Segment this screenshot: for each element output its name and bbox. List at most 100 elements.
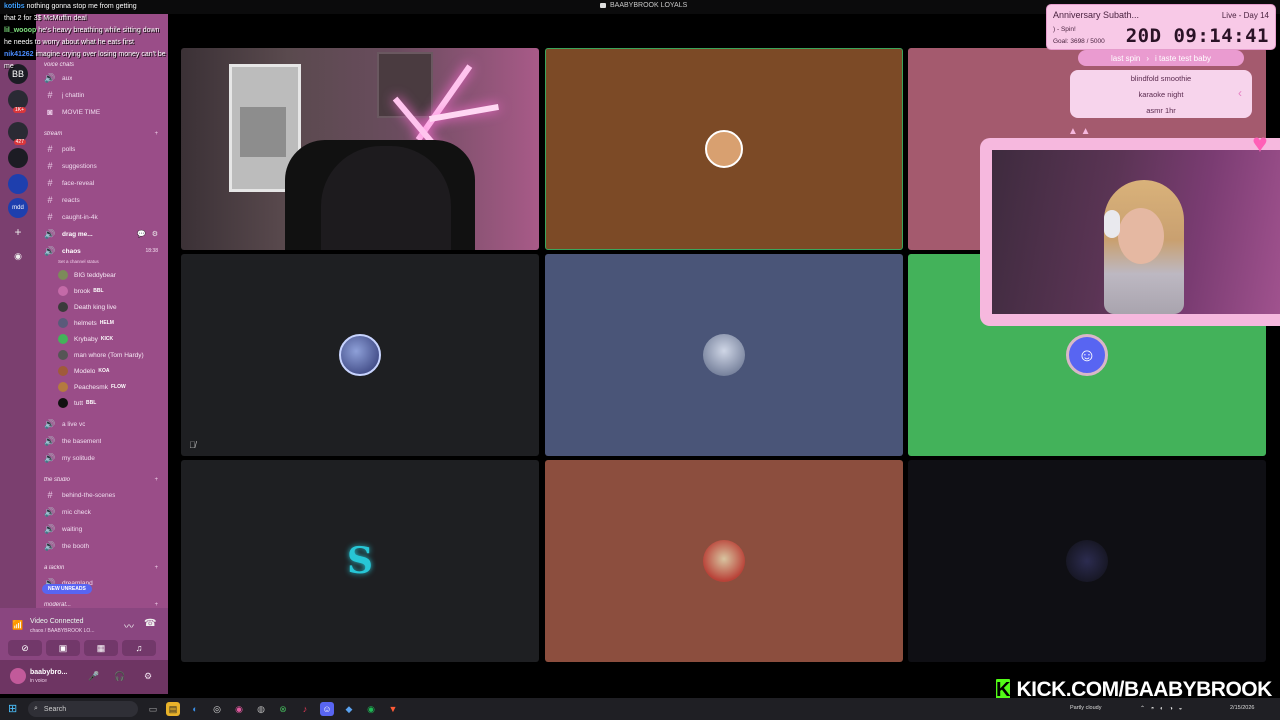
speaker-icon: 🔊 (44, 72, 56, 83)
obs-icon[interactable]: ◎ (210, 702, 224, 716)
voice-user[interactable]: BIG teddybear (36, 268, 168, 282)
chat-message: nik41262 imagine crying over losing mone… (4, 51, 166, 58)
activities-button[interactable]: ▦ (84, 640, 118, 656)
category-a-lackin[interactable]: a lackin + (36, 561, 168, 575)
chat-message: kotibs nothing gonna stop me from gettin… (4, 3, 137, 10)
system-tray[interactable]: ⌃ ◓ ◐ ◑ ◒ (1140, 705, 1184, 712)
channel-chattin[interactable]: # j chattin (36, 88, 168, 102)
channel-waiting[interactable]: 🔊 waiting (36, 522, 168, 536)
video-tile[interactable]: 🎙̸ (181, 254, 539, 456)
avatar[interactable] (10, 668, 26, 684)
channel-live-vc[interactable]: 🔊 a live vc (36, 417, 168, 431)
voice-user[interactable]: Death king live (36, 300, 168, 314)
server-icon[interactable] (8, 174, 28, 194)
channel-drag-me[interactable]: 🔊 drag me... 💬 ⚙ (36, 227, 168, 241)
server-icon[interactable]: 1K+ (8, 90, 28, 113)
category-moderation[interactable]: moderat... + (36, 598, 168, 608)
task-view-icon[interactable]: ▭ (146, 702, 160, 716)
voice-user[interactable]: tutt BBL (36, 396, 168, 410)
category-the-studio[interactable]: the studio + (36, 473, 168, 487)
xbox-icon[interactable]: ⊗ (276, 702, 290, 716)
channel-chaos[interactable]: 🔊 chaos 18:38 (36, 244, 168, 258)
channel-aux[interactable]: 🔊 aux (36, 71, 168, 85)
video-icon: ◙ (47, 107, 53, 117)
video-tile[interactable] (545, 460, 903, 662)
add-channel-icon: + (154, 477, 158, 483)
channel-mic-check[interactable]: 🔊 mic check (36, 505, 168, 519)
tiktok-icon[interactable]: ♪ (298, 702, 312, 716)
channel-suggestions[interactable]: # suggestions (36, 159, 168, 173)
weather-label[interactable]: Partly cloudy (1070, 705, 1102, 711)
channel-polls[interactable]: # polls (36, 142, 168, 156)
channel-movie-time[interactable]: ◙ MOVIE TIME (36, 105, 168, 119)
username[interactable]: baabybro... (30, 669, 67, 676)
new-unreads-pill[interactable]: NEW UNREADS (42, 584, 92, 594)
discord-icon[interactable]: ☺ (320, 702, 334, 716)
voice-user[interactable]: brook BBL (36, 284, 168, 298)
speaker-icon: 🔊 (44, 452, 56, 463)
channel-the-booth[interactable]: 🔊 the booth (36, 539, 168, 553)
video-tile-camera[interactable] (181, 48, 539, 250)
channel-the-basement[interactable]: 🔊 the basement (36, 434, 168, 448)
channel-caught-in-4k[interactable]: # caught-in-4k (36, 210, 168, 224)
channel-reacts[interactable]: # reacts (36, 193, 168, 207)
video-tile[interactable] (545, 254, 903, 456)
channel-my-solitude[interactable]: 🔊 my solitude (36, 451, 168, 465)
app-icon[interactable]: ◆ (342, 702, 356, 716)
avatar (58, 382, 68, 392)
chat-message: lil_wooop he's heavy breathing while sit… (4, 27, 160, 34)
edge-icon[interactable]: ◐ (188, 702, 202, 716)
avatar (58, 286, 68, 296)
voice-user[interactable]: Peachesmk FLOW (36, 380, 168, 394)
participant-silhouette (321, 146, 451, 250)
disconnect-icon[interactable]: ☎ (144, 618, 156, 629)
app-icon[interactable]: ◉ (232, 702, 246, 716)
voice-user[interactable]: Krybaby KICK (36, 332, 168, 346)
wheel-option: asmr 1hr (1146, 106, 1176, 115)
voice-user[interactable]: helmets HELM (36, 316, 168, 330)
voice-user[interactable]: man whore (Tom Hardy) (36, 348, 168, 362)
spotify-icon[interactable]: ◉ (364, 702, 378, 716)
noise-suppression-icon[interactable]: 〰 (124, 618, 134, 633)
screen-share-button[interactable]: ▣ (46, 640, 80, 656)
discord-default-avatar: ☺ (1066, 334, 1108, 376)
video-tile[interactable] (908, 460, 1266, 662)
clock-date[interactable]: 2/15/2026 (1230, 705, 1254, 711)
unread-badge: 1K+ (12, 107, 26, 113)
avatar (705, 130, 743, 168)
category-voice-chats[interactable]: voice chats (36, 58, 168, 72)
settings-gear-icon[interactable]: ⚙ (144, 671, 152, 682)
discord-icon: ☺ (1077, 344, 1097, 365)
channel-status[interactable]: Set a channel status (36, 257, 168, 265)
speaker-icon: 🔊 (44, 228, 56, 239)
video-tile[interactable]: S (181, 460, 539, 662)
explore-icon[interactable]: ◉ (8, 246, 28, 266)
server-icon[interactable] (8, 148, 28, 168)
signal-icon[interactable]: 📶 (12, 620, 23, 631)
soundboard-button[interactable]: ♫ (122, 640, 156, 656)
file-explorer-icon[interactable]: ▤ (166, 702, 180, 716)
avatar (58, 270, 68, 280)
taskbar-search[interactable]: ⌕ Search (28, 701, 138, 717)
voice-user[interactable]: Modelo KOA (36, 364, 168, 378)
cat-ears-decoration: ▲ ▲ (1068, 126, 1091, 137)
speaker-icon: 🔊 (44, 506, 56, 517)
steam-icon[interactable]: ◍ (254, 702, 268, 716)
video-tile[interactable] (545, 48, 903, 250)
brave-icon[interactable]: ▼ (386, 702, 400, 716)
category-stream[interactable]: stream + (36, 127, 168, 141)
hash-icon: # (47, 195, 53, 205)
server-icon[interactable]: 427 (8, 122, 28, 145)
speaker-icon: 🔊 (44, 418, 56, 429)
add-channel-icon: + (154, 131, 158, 137)
windows-start-icon[interactable]: ⊞ (8, 702, 17, 715)
channel-behind-the-scenes[interactable]: # behind-the-scenes (36, 488, 168, 502)
server-icon[interactable]: mdd (8, 198, 28, 218)
chevron-right-icon: › (1146, 53, 1149, 63)
channel-face-reveal[interactable]: # face-reveal (36, 176, 168, 190)
camera-toggle-button[interactable]: ⊘ (8, 640, 42, 656)
voice-channel[interactable]: chaos / BAABYBROOK LO... (30, 628, 94, 634)
headphones-icon[interactable]: 🎧 (114, 671, 125, 682)
add-server-icon[interactable]: + (8, 222, 28, 242)
microphone-icon[interactable]: 🎤 (88, 671, 99, 682)
